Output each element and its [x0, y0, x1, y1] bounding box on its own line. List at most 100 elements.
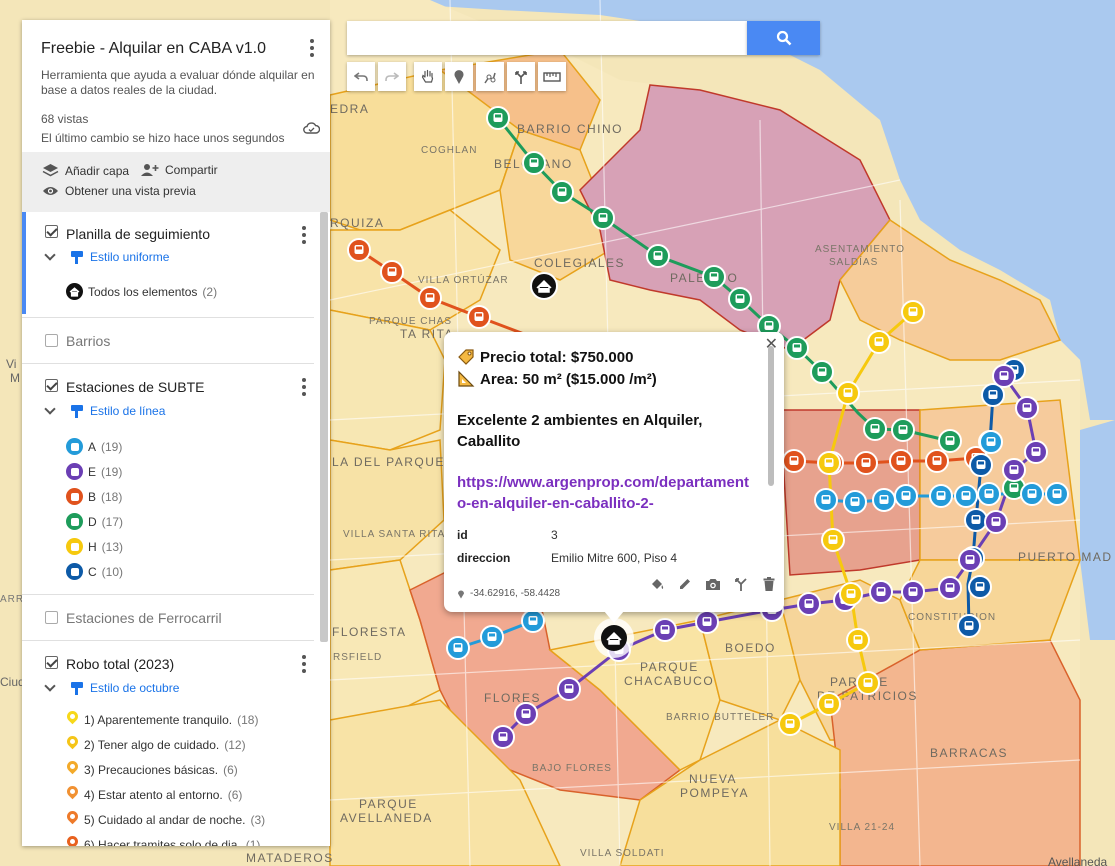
robo-level-item[interactable]: 2) Tener algo de cuidado. (12): [66, 736, 246, 753]
subte-station-b[interactable]: [347, 238, 371, 262]
subte-station-a[interactable]: [521, 609, 545, 633]
subte-station-d[interactable]: [486, 106, 510, 130]
subte-station-h[interactable]: [821, 528, 845, 552]
subte-line-item[interactable]: B (18): [66, 488, 122, 505]
subte-line-item[interactable]: A (19): [66, 438, 122, 455]
subte-station-c[interactable]: [957, 614, 981, 638]
subte-station-h[interactable]: [778, 712, 802, 736]
subte-station-a[interactable]: [979, 430, 1003, 454]
layers-scrollbar[interactable]: [320, 212, 328, 642]
chevron-down-icon[interactable]: [44, 249, 56, 261]
subte-station-e[interactable]: [653, 618, 677, 642]
subte-station-b[interactable]: [925, 449, 949, 473]
subte-station-e[interactable]: [869, 580, 893, 604]
draw-line-button[interactable]: [476, 62, 504, 91]
layer-barrios-checkbox[interactable]: [45, 334, 58, 347]
subte-station-h[interactable]: [846, 628, 870, 652]
layer-subte-style[interactable]: Estilo de línea: [44, 403, 165, 418]
layer-tracking-options-icon[interactable]: [296, 225, 312, 245]
measure-button[interactable]: [538, 62, 566, 91]
layer-robo-name[interactable]: Robo total (2023): [66, 656, 174, 672]
subte-station-h[interactable]: [836, 381, 860, 405]
subte-station-c[interactable]: [964, 508, 988, 532]
add-marker-button[interactable]: [445, 62, 473, 91]
subte-station-d[interactable]: [591, 206, 615, 230]
subte-station-d[interactable]: [550, 180, 574, 204]
layer-tracking-name[interactable]: Planilla de seguimiento: [66, 226, 210, 242]
subte-station-d[interactable]: [810, 360, 834, 384]
subte-station-e[interactable]: [491, 725, 515, 749]
subte-station-h[interactable]: [839, 582, 863, 606]
redo-button[interactable]: [378, 62, 406, 91]
subte-station-c[interactable]: [968, 575, 992, 599]
home-marker-colegiales[interactable]: [530, 272, 558, 300]
preview-button[interactable]: Obtener una vista previa: [42, 184, 196, 198]
subte-station-a[interactable]: [929, 484, 953, 508]
subte-station-e[interactable]: [514, 702, 538, 726]
add-photo-button[interactable]: [704, 575, 722, 593]
subte-line-item[interactable]: H (13): [66, 538, 123, 555]
subte-station-d[interactable]: [728, 287, 752, 311]
subte-station-d[interactable]: [646, 244, 670, 268]
subte-station-c[interactable]: [969, 453, 993, 477]
subte-station-h[interactable]: [901, 300, 925, 324]
subte-station-e[interactable]: [901, 580, 925, 604]
subte-station-e[interactable]: [557, 677, 581, 701]
subte-station-e[interactable]: [1024, 440, 1048, 464]
layer-subte-options-icon[interactable]: [296, 377, 312, 397]
subte-station-b[interactable]: [418, 286, 442, 310]
subte-station-b[interactable]: [467, 305, 491, 329]
subte-station-b[interactable]: [782, 449, 806, 473]
subte-station-b[interactable]: [889, 449, 913, 473]
subte-station-e[interactable]: [984, 510, 1008, 534]
subte-station-a[interactable]: [480, 625, 504, 649]
subte-station-a[interactable]: [954, 484, 978, 508]
robo-level-item[interactable]: 5) Cuidado al andar de noche. (3): [66, 811, 265, 828]
subte-station-e[interactable]: [958, 548, 982, 572]
subte-station-e[interactable]: [1002, 458, 1026, 482]
layer-robo-checkbox[interactable]: [45, 656, 58, 669]
robo-level-item[interactable]: 6) Hacer tramites solo de dia. (1): [66, 836, 260, 846]
search-button[interactable]: [747, 21, 820, 55]
subte-station-a[interactable]: [843, 490, 867, 514]
subte-station-a[interactable]: [977, 482, 1001, 506]
subte-station-b[interactable]: [380, 260, 404, 284]
subte-station-e[interactable]: [938, 576, 962, 600]
popup-scrollbar[interactable]: [768, 346, 774, 486]
edit-button[interactable]: [676, 575, 694, 593]
robo-level-item[interactable]: 1) Aparentemente tranquilo. (18): [66, 711, 258, 728]
layer-tracking-item[interactable]: Todos los elementos (2): [66, 283, 217, 300]
subte-station-d[interactable]: [863, 417, 887, 441]
chevron-down-icon[interactable]: [44, 680, 56, 692]
subte-station-a[interactable]: [446, 636, 470, 660]
subte-line-item[interactable]: E (19): [66, 463, 122, 480]
subte-line-item[interactable]: D (17): [66, 513, 123, 530]
subte-station-d[interactable]: [522, 151, 546, 175]
search-input[interactable]: [347, 21, 747, 55]
subte-station-h[interactable]: [817, 692, 841, 716]
layer-tracking-style[interactable]: Estilo uniforme: [44, 249, 169, 264]
layer-barrios-name[interactable]: Barrios: [66, 333, 110, 349]
map-title[interactable]: Freebie - Alquilar en CABA v1.0: [41, 40, 311, 58]
directions-to-button[interactable]: [732, 575, 750, 593]
subte-station-e[interactable]: [992, 364, 1016, 388]
chevron-down-icon[interactable]: [44, 403, 56, 415]
home-marker-selected[interactable]: [594, 618, 634, 658]
delete-button[interactable]: [760, 575, 778, 593]
layer-ferrocarril-checkbox[interactable]: [45, 611, 58, 624]
subte-station-e[interactable]: [1015, 396, 1039, 420]
subte-station-h[interactable]: [817, 451, 841, 475]
share-button[interactable]: Compartir: [140, 163, 218, 177]
subte-station-d[interactable]: [785, 336, 809, 360]
subte-station-b[interactable]: [854, 451, 878, 475]
layer-subte-checkbox[interactable]: [45, 379, 58, 392]
map-options-icon[interactable]: [304, 38, 320, 58]
subte-station-e[interactable]: [695, 610, 719, 634]
subte-station-a[interactable]: [1020, 482, 1044, 506]
subte-station-h[interactable]: [856, 671, 880, 695]
subte-station-d[interactable]: [891, 418, 915, 442]
subte-station-d[interactable]: [938, 429, 962, 453]
robo-level-item[interactable]: 3) Precauciones básicas. (6): [66, 761, 238, 778]
layer-ferrocarril-name[interactable]: Estaciones de Ferrocarril: [66, 610, 222, 626]
layer-subte-name[interactable]: Estaciones de SUBTE: [66, 379, 205, 395]
